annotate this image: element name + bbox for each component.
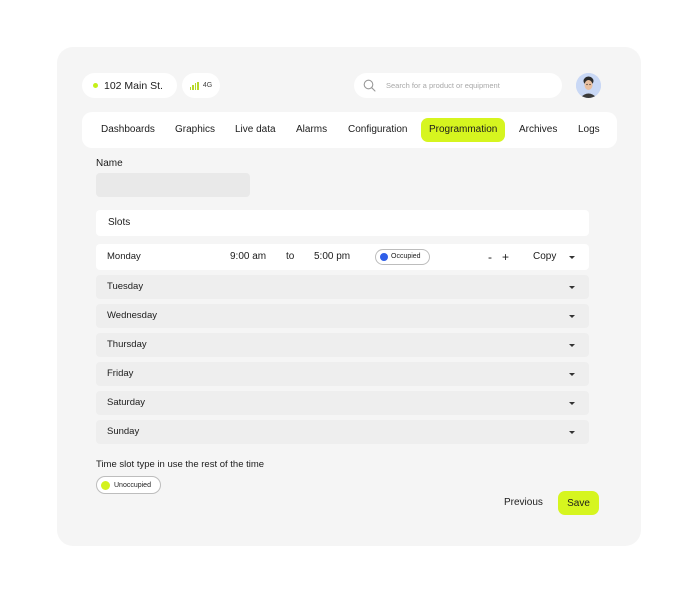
tab-graphics[interactable]: Graphics — [175, 118, 215, 142]
slot-type-badge[interactable]: Occupied — [375, 249, 430, 265]
remove-slot-button[interactable]: - — [488, 244, 492, 270]
network-status: 4G — [182, 73, 220, 98]
start-time-field[interactable]: 9:00 am — [230, 244, 266, 270]
day-label: Monday — [107, 251, 141, 262]
slots-header: Slots — [96, 210, 589, 236]
day-row-saturday[interactable]: Saturday — [96, 391, 589, 415]
day-label: Wednesday — [107, 310, 157, 321]
rest-time-label: Time slot type in use the rest of the ti… — [96, 459, 265, 470]
tab-configuration[interactable]: Configuration — [348, 118, 407, 142]
user-avatar[interactable] — [576, 73, 601, 98]
copy-button[interactable]: Copy — [533, 244, 556, 270]
chevron-down-icon[interactable] — [569, 430, 575, 434]
name-label: Name — [96, 158, 123, 169]
search-bar[interactable] — [354, 73, 562, 98]
day-row-wednesday[interactable]: Wednesday — [96, 304, 589, 328]
day-row-thursday[interactable]: Thursday — [96, 333, 589, 357]
search-input[interactable] — [386, 81, 546, 90]
chevron-down-icon[interactable] — [569, 401, 575, 405]
day-label: Saturday — [107, 397, 146, 408]
tab-alarms[interactable]: Alarms — [296, 118, 327, 142]
chevron-down-icon[interactable] — [569, 314, 575, 318]
time-separator: to — [286, 251, 295, 262]
day-label: Friday — [107, 368, 134, 379]
location-name: 102 Main St. — [104, 79, 163, 92]
avatar-portrait — [576, 73, 601, 98]
name-field[interactable] — [96, 173, 250, 197]
rest-type-label: Unoccupied — [114, 481, 151, 489]
network-label: 4G — [202, 82, 213, 89]
location-status-dot — [93, 83, 98, 88]
tab-archives[interactable]: Archives — [519, 118, 557, 142]
previous-button[interactable]: Previous — [504, 493, 543, 511]
unoccupied-dot — [101, 480, 110, 490]
occupied-dot — [380, 253, 388, 261]
tab-live-data[interactable]: Live data — [235, 118, 276, 142]
day-label: Sunday — [107, 426, 140, 437]
rest-type-badge[interactable]: Unoccupied — [96, 476, 161, 494]
search-icon — [363, 79, 376, 92]
add-slot-button[interactable]: + — [502, 244, 509, 270]
day-label: Tuesday — [107, 281, 144, 292]
slot-type-label: Occupied — [391, 253, 421, 260]
day-row-friday[interactable]: Friday — [96, 362, 589, 386]
tab-programmation[interactable]: Programmation — [421, 118, 506, 142]
end-time-field[interactable]: 5:00 pm — [314, 244, 350, 270]
day-row-sunday[interactable]: Sunday — [96, 420, 589, 444]
chevron-down-icon[interactable] — [569, 372, 575, 376]
day-label: Thursday — [107, 339, 147, 350]
day-row-monday[interactable]: Monday 9:00 am to 5:00 pm Occupied - + C… — [96, 244, 589, 270]
location-selector[interactable]: 102 Main St. — [82, 73, 177, 98]
chevron-down-icon[interactable] — [569, 285, 575, 289]
save-button[interactable]: Save — [558, 491, 599, 515]
tab-logs[interactable]: Logs — [578, 118, 600, 142]
chevron-down-icon[interactable] — [569, 343, 575, 347]
day-row-tuesday[interactable]: Tuesday — [96, 275, 589, 299]
chevron-down-icon[interactable] — [569, 255, 575, 259]
signal-bars-icon — [189, 81, 199, 90]
main-nav: Dashboards Graphics Live data Alarms Con… — [82, 112, 617, 148]
tab-dashboards[interactable]: Dashboards — [101, 118, 155, 142]
